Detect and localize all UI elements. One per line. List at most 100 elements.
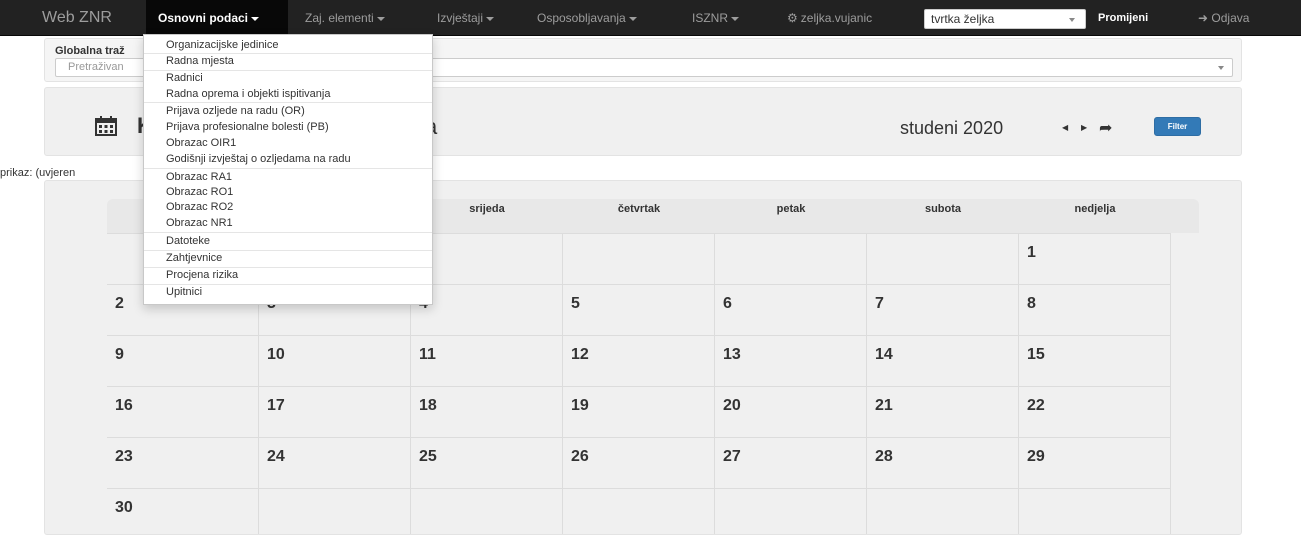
dropdown-item-datoteke[interactable]: Datoteke — [166, 235, 210, 247]
calendar-day-number: 16 — [115, 397, 133, 414]
calendar-day-cell[interactable]: 9 — [107, 335, 259, 386]
chevron-down-icon — [251, 16, 260, 21]
caret-right-icon: ▶ — [1081, 123, 1088, 132]
calendar-day-cell[interactable]: 23 — [107, 437, 259, 488]
calendar-day-number: 24 — [267, 448, 285, 465]
calendar-day-number: 11 — [419, 346, 436, 363]
logout-label: Odjava — [1211, 11, 1250, 25]
calendar-day-cell[interactable]: 16 — [107, 386, 259, 437]
calendar-day-cell[interactable]: 10 — [259, 335, 411, 386]
dropdown-item-obrazac-ro2[interactable]: Obrazac RO2 — [166, 201, 233, 213]
user-menu[interactable]: ⚙ zeljka.vujanic — [787, 0, 872, 36]
calendar-day-cell[interactable] — [563, 488, 715, 534]
menu-osposobljavanja[interactable]: Osposobljavanja — [537, 0, 637, 36]
calendar-day-number: 26 — [571, 448, 589, 465]
calendar-day-cell[interactable]: 28 — [867, 437, 1019, 488]
calendar-day-cell[interactable]: 27 — [715, 437, 867, 488]
dropdown-item-prijava-pb[interactable]: Prijava profesionalne bolesti (PB) — [166, 121, 329, 133]
calendar-day-cell[interactable]: 29 — [1019, 437, 1171, 488]
calendar-day-number: 10 — [267, 346, 285, 363]
calendar-day-cell[interactable] — [867, 233, 1019, 284]
menu-izvjestaji[interactable]: Izvještaji — [437, 0, 495, 36]
calendar-day-cell[interactable]: 7 — [867, 284, 1019, 335]
calendar-day-cell[interactable]: 8 — [1019, 284, 1171, 335]
menu-isznr-label: ISZNR — [692, 11, 728, 25]
dropdown-divider — [144, 232, 432, 233]
dropdown-item-upitnici[interactable]: Upitnici — [166, 286, 202, 298]
calendar-day-cell[interactable] — [259, 488, 411, 534]
change-company-button[interactable]: Promijeni — [1090, 8, 1157, 28]
dropdown-item-obrazac-nr1[interactable]: Obrazac NR1 — [166, 217, 233, 229]
calendar-day-cell[interactable] — [1019, 488, 1171, 534]
calendar-day-cell[interactable] — [411, 488, 563, 534]
calendar-day-cell[interactable]: 13 — [715, 335, 867, 386]
calendar-day-cell[interactable]: 26 — [563, 437, 715, 488]
dropdown-item-organizacijske-jedinice[interactable]: Organizacijske jedinice — [166, 39, 279, 51]
calendar-day-cell[interactable]: 1 — [1019, 233, 1171, 284]
dropdown-divider — [144, 267, 432, 268]
calendar-day-cell[interactable]: 19 — [563, 386, 715, 437]
menu-isznr[interactable]: ISZNR — [692, 0, 739, 36]
calendar-day-cell[interactable]: 14 — [867, 335, 1019, 386]
dropdown-item-obrazac-oir1[interactable]: Obrazac OIR1 — [166, 137, 236, 149]
calendar-day-cell[interactable]: 24 — [259, 437, 411, 488]
dropdown-divider — [144, 53, 432, 54]
dropdown-item-radnici[interactable]: Radnici — [166, 72, 203, 84]
dropdown-item-radna-mjesta[interactable]: Radna mjesta — [166, 55, 234, 67]
dropdown-item-obrazac-ra1[interactable]: Obrazac RA1 — [166, 171, 232, 183]
calendar-day-cell[interactable] — [411, 233, 563, 284]
dropdown-item-obrazac-ro1[interactable]: Obrazac RO1 — [166, 186, 233, 198]
company-select-value: tvrtka željka — [931, 12, 995, 26]
calendar-day-cell[interactable]: 11 — [411, 335, 563, 386]
day-name-wed: srijeda — [469, 203, 505, 215]
dropdown-item-radna-oprema[interactable]: Radna oprema i objekti ispitivanja — [166, 88, 330, 100]
calendar-day-number: 19 — [571, 397, 589, 414]
calendar-day-cell[interactable] — [715, 233, 867, 284]
calendar-day-number: 22 — [1027, 397, 1045, 414]
top-navbar: Web ZNR Osnovni podaci Zaj. elementi Izv… — [0, 0, 1301, 36]
dropdown-divider — [144, 102, 432, 103]
calendar-day-cell[interactable]: 4 — [411, 284, 563, 335]
next-month-button[interactable]: ▶ — [1081, 123, 1087, 132]
calendar-day-number: 12 — [571, 346, 589, 363]
company-select[interactable]: tvrtka željka — [924, 9, 1086, 29]
calendar-day-cell[interactable]: 6 — [715, 284, 867, 335]
calendar-day-number: 23 — [115, 448, 133, 465]
logout-link[interactable]: ➜ Odjava — [1198, 0, 1249, 36]
filter-button[interactable]: Filter — [1154, 117, 1201, 136]
month-label: studeni 2020 — [900, 118, 1004, 138]
calendar-day-cell[interactable] — [563, 233, 715, 284]
calendar-day-number: 2 — [115, 295, 124, 312]
dropdown-item-zahtjevnice[interactable]: Zahtjevnice — [166, 252, 222, 264]
calendar-day-cell[interactable]: 21 — [867, 386, 1019, 437]
dropdown-divider — [144, 70, 432, 71]
calendar-day-cell[interactable]: 30 — [107, 488, 259, 534]
calendar-day-cell[interactable]: 20 — [715, 386, 867, 437]
dropdown-item-godisnji-izvjestaj[interactable]: Godišnji izvještaj o ozljedama na radu — [166, 153, 351, 165]
share-icon[interactable]: ➦ — [1099, 118, 1112, 138]
prev-month-button[interactable]: ◀ — [1062, 123, 1068, 132]
menu-zaj-elementi[interactable]: Zaj. elementi — [305, 0, 385, 36]
dropdown-item-prijava-or[interactable]: Prijava ozljede na radu (OR) — [166, 105, 305, 117]
menu-osnovni-podaci-label: Osnovni podaci — [158, 11, 249, 25]
brand-link[interactable]: Web ZNR — [42, 0, 112, 36]
global-search-placeholder: Pretraživan — [68, 61, 124, 73]
calendar-day-number: 29 — [1027, 448, 1045, 465]
calendar-day-cell[interactable]: 17 — [259, 386, 411, 437]
calendar-day-cell[interactable]: 5 — [563, 284, 715, 335]
global-search-label: Globalna traž — [55, 45, 125, 57]
calendar-day-cell[interactable]: 12 — [563, 335, 715, 386]
calendar-day-number: 18 — [419, 397, 437, 414]
calendar-day-cell[interactable]: 22 — [1019, 386, 1171, 437]
calendar-day-cell[interactable] — [867, 488, 1019, 534]
calendar-day-cell[interactable]: 25 — [411, 437, 563, 488]
calendar-day-cell[interactable]: 15 — [1019, 335, 1171, 386]
calendar-day-number: 20 — [723, 397, 741, 414]
menu-osnovni-podaci[interactable]: Osnovni podaci — [146, 0, 288, 36]
calendar-day-cell[interactable]: 18 — [411, 386, 563, 437]
user-name: zeljka.vujanic — [800, 11, 873, 25]
calendar-day-cell[interactable] — [715, 488, 867, 534]
dropdown-item-procjena-rizika[interactable]: Procjena rizika — [166, 269, 238, 281]
day-name-thu: četvrtak — [617, 203, 661, 215]
calendar-day-number: 13 — [723, 346, 741, 363]
